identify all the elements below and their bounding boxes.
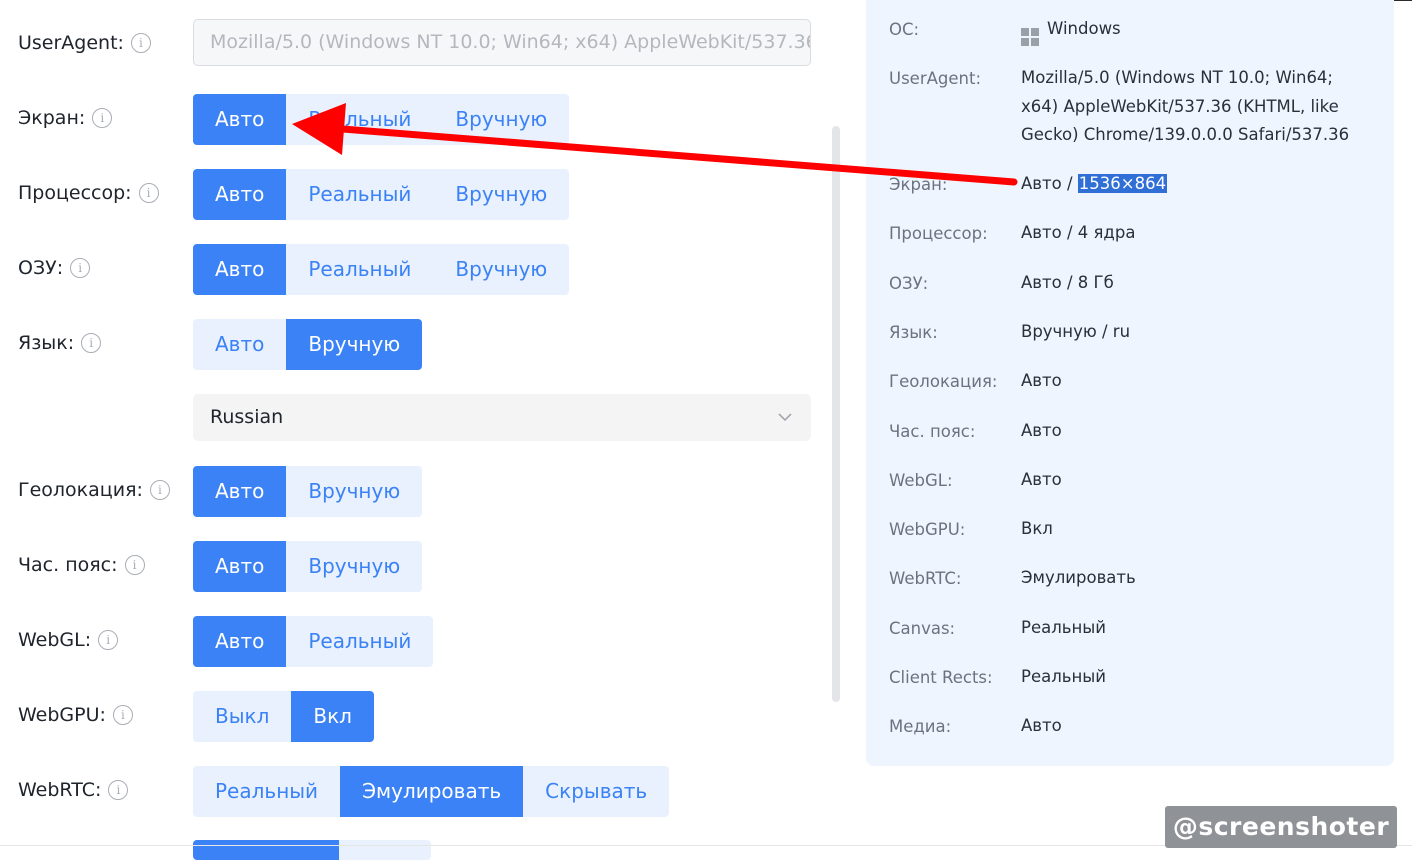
info-icon[interactable]: i [92,108,113,128]
summary-timezone-value: Авто [1021,421,1062,440]
summary-webgpu-value: Вкл [1021,519,1053,538]
geolocation-option-auto[interactable]: Авто [193,466,287,517]
screen-label: Экран: i [18,107,113,129]
summary-clientrects-label: Client Rects: [889,668,993,687]
screen-option-manual[interactable]: Вручную [433,94,569,145]
screenshoter-watermark: @screenshoter [1165,806,1397,848]
windows-icon [1021,28,1039,46]
next-row-option[interactable] [339,840,431,860]
cpu-option-real[interactable]: Реальный [286,169,433,220]
summary-webrtc-label: WebRTC: [889,569,962,588]
language-label: Язык: i [18,332,102,354]
info-icon[interactable]: i [138,183,159,203]
screen-toggle: Авто Реальный Вручную [193,94,570,145]
timezone-option-auto[interactable]: Авто [193,541,287,592]
timezone-label: Час. пояс: i [18,554,145,576]
summary-language-value: Вручную / ru [1021,322,1131,341]
summary-webrtc-value: Эмулировать [1021,568,1136,587]
webrtc-option-emulate[interactable]: Эмулировать [340,766,524,817]
cpu-label: Процессор: i [18,182,159,204]
scrollbar[interactable] [832,126,840,702]
webgl-option-real[interactable]: Реальный [286,616,433,667]
info-icon[interactable]: i [81,333,102,353]
cpu-toggle: Авто Реальный Вручную [193,169,570,220]
webrtc-option-real[interactable]: Реальный [193,766,340,817]
summary-cpu-value: Авто / 4 ядра [1021,223,1136,242]
ram-option-auto[interactable]: Авто [193,244,287,295]
screen-option-real[interactable]: Реальный [286,94,433,145]
screen-option-auto[interactable]: Авто [193,94,287,145]
webrtc-label: WebRTC: i [18,779,129,801]
summary-os-value: Windows [1021,15,1121,46]
timezone-option-manual[interactable]: Вручную [286,541,422,592]
summary-screen-label: Экран: [889,175,948,194]
summary-useragent-line3: Gecko) Chrome/139.0.0.0 Safari/537.36 [1021,125,1350,144]
geolocation-toggle: Авто Вручную [193,466,423,517]
summary-clientrects-value: Реальный [1021,667,1107,686]
useragent-label: UserAgent: i [18,32,151,54]
summary-canvas-label: Canvas: [889,619,956,638]
info-icon[interactable]: i [124,555,145,575]
summary-media-label: Медиа: [889,717,952,736]
webgl-label: WebGL: i [18,629,119,651]
summary-os-label: ОС: [889,20,920,39]
ram-toggle: Авто Реальный Вручную [193,244,570,295]
summary-cpu-label: Процессор: [889,224,988,243]
ram-option-real[interactable]: Реальный [286,244,433,295]
summary-useragent-line2: x64) AppleWebKit/537.36 (KHTML, like [1021,97,1339,116]
summary-ram-value: Авто / 8 Гб [1021,273,1114,292]
geolocation-label: Геолокация: i [18,479,170,501]
info-icon[interactable]: i [108,780,129,800]
summary-geolocation-value: Авто [1021,371,1062,390]
summary-webgpu-label: WebGPU: [889,520,966,539]
summary-media-value: Авто [1021,716,1062,735]
webgpu-option-off[interactable]: Выкл [193,691,291,742]
info-icon[interactable]: i [98,630,119,650]
info-icon[interactable]: i [149,480,170,500]
ram-option-manual[interactable]: Вручную [433,244,569,295]
next-row-toggle-partial [193,840,431,860]
cpu-option-manual[interactable]: Вручную [433,169,569,220]
webrtc-option-hide[interactable]: Скрывать [523,766,669,817]
summary-useragent-label: UserAgent: [889,69,982,88]
summary-ram-label: ОЗУ: [889,274,929,293]
summary-webgl-label: WebGL: [889,471,953,490]
summary-webgl-value: Авто [1021,470,1062,489]
ram-label: ОЗУ: i [18,257,91,279]
info-icon[interactable]: i [112,705,133,725]
summary-screen-value: Авто / 1536×864 [1021,174,1168,193]
language-toggle: Авто Вручную [193,319,423,370]
summary-useragent-line1: Mozilla/5.0 (Windows NT 10.0; Win64; [1021,68,1333,87]
webgpu-option-on[interactable]: Вкл [291,691,374,742]
chevron-down-icon [778,413,792,422]
timezone-toggle: Авто Вручную [193,541,423,592]
useragent-input[interactable]: Mozilla/5.0 (Windows NT 10.0; Win64; x64… [193,19,811,66]
webgl-toggle: Авто Реальный [193,616,434,667]
selected-text-highlight: 1536×864 [1077,174,1168,193]
summary-geolocation-label: Геолокация: [889,372,998,391]
language-option-manual[interactable]: Вручную [286,319,423,370]
info-icon[interactable]: i [130,33,151,53]
webgpu-label: WebGPU: i [18,704,133,726]
info-icon[interactable]: i [70,258,91,278]
summary-timezone-label: Час. пояс: [889,422,976,441]
summary-language-label: Язык: [889,323,938,342]
webrtc-toggle: Реальный Эмулировать Скрывать [193,766,670,817]
webgpu-toggle: Выкл Вкл [193,691,374,742]
webgl-option-auto[interactable]: Авто [193,616,287,667]
language-option-auto[interactable]: Авто [193,319,286,370]
summary-canvas-value: Реальный [1021,618,1107,637]
language-select[interactable]: Russian [193,394,811,441]
geolocation-option-manual[interactable]: Вручную [286,466,422,517]
next-row-option-active[interactable] [193,840,339,860]
cpu-option-auto[interactable]: Авто [193,169,287,220]
